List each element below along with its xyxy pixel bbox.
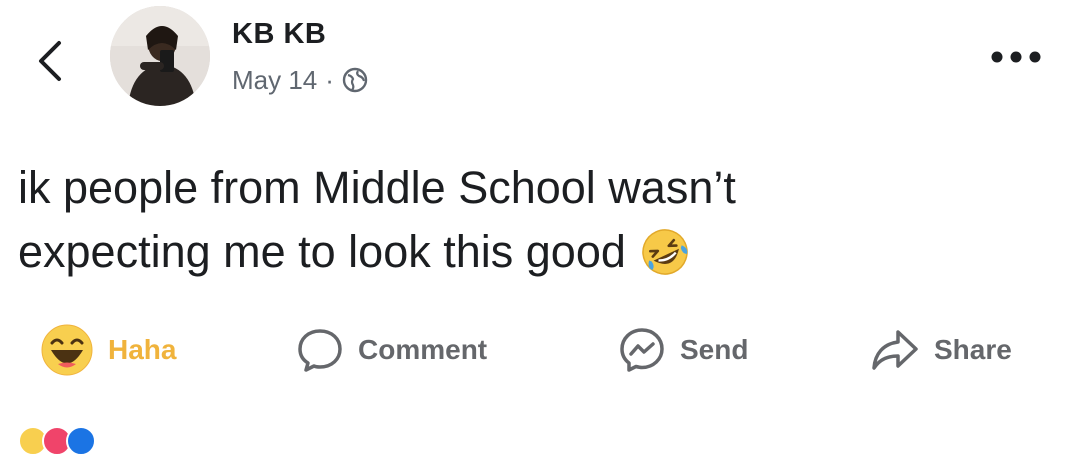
more-options-button[interactable] bbox=[988, 42, 1044, 72]
share-arrow-icon bbox=[872, 330, 918, 370]
haha-label: Haha bbox=[108, 334, 177, 365]
share-label: Share bbox=[934, 334, 1012, 365]
reaction-summary-peek bbox=[18, 426, 96, 456]
meta-separator: · bbox=[325, 64, 334, 95]
more-dots-icon bbox=[991, 51, 1041, 63]
post-date[interactable]: May 14 bbox=[232, 65, 317, 96]
action-bar: Haha Comment Send Share bbox=[0, 318, 1080, 382]
post-body: ik people from Middle School wasn’t expe… bbox=[18, 156, 1058, 284]
chevron-left-icon bbox=[39, 41, 61, 81]
profile-photo bbox=[110, 6, 210, 106]
send-label: Send bbox=[680, 334, 749, 365]
post-text-line-1: ik people from Middle School wasn’t bbox=[18, 162, 736, 213]
haha-emoji-icon bbox=[41, 324, 93, 376]
post-text-line-2: expecting me to look this good bbox=[18, 220, 1058, 284]
like-reaction-peek-icon bbox=[66, 426, 96, 456]
rolling-laughing-emoji-icon bbox=[642, 229, 688, 275]
haha-reaction-button[interactable]: Haha bbox=[40, 318, 176, 382]
post-text-line-2-text: expecting me to look this good bbox=[18, 226, 626, 277]
avatar[interactable] bbox=[110, 6, 210, 106]
back-button[interactable] bbox=[30, 38, 70, 84]
comment-icon bbox=[298, 329, 342, 372]
post-meta: May 14 · bbox=[232, 62, 368, 98]
messenger-icon bbox=[620, 328, 664, 372]
send-button[interactable]: Send bbox=[618, 318, 748, 382]
author-name[interactable]: KB KB bbox=[232, 18, 326, 51]
comment-label: Comment bbox=[358, 334, 488, 365]
comment-button[interactable]: Comment bbox=[296, 318, 487, 382]
globe-icon bbox=[342, 67, 368, 93]
share-button[interactable]: Share bbox=[870, 318, 1012, 382]
